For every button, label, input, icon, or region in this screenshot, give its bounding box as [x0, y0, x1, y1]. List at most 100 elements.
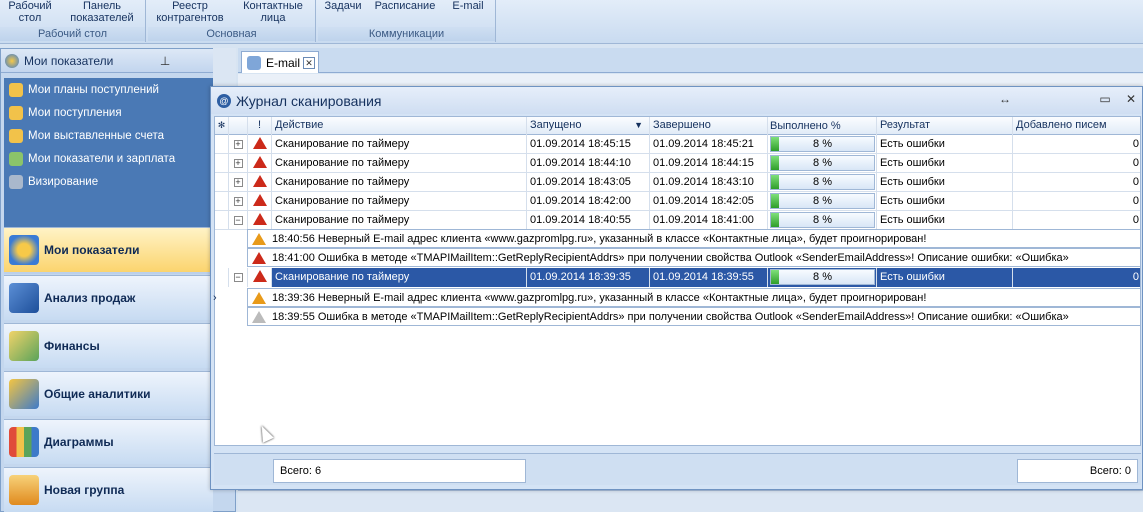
severity-cell [248, 268, 272, 287]
message-row[interactable]: 18:41:00 Ошибка в методе «TMAPIMailItem:… [247, 248, 1140, 267]
total-count-right: Всего: 0 [1017, 459, 1138, 483]
expand-toggle[interactable]: + [229, 173, 248, 192]
progress-cell: 8 % [768, 173, 877, 192]
expand-icon: + [233, 158, 243, 168]
table-row[interactable]: − Сканирование по таймеру 01.09.2014 18:40… [215, 211, 1140, 230]
severity-header[interactable]: ! [248, 117, 272, 135]
close-tab-icon[interactable]: ✕ [303, 56, 315, 69]
row-selector[interactable] [215, 154, 229, 173]
result-cell: Есть ошибки [877, 211, 1013, 230]
folder-icon [9, 82, 23, 97]
row-selector[interactable] [215, 192, 229, 211]
group-sales-analysis[interactable]: Анализ продаж [4, 275, 213, 320]
progress-fill [771, 213, 780, 227]
progress-fill [771, 156, 780, 170]
added-cell: 0 [1132, 195, 1139, 207]
maximize-icon[interactable]: ▭ [1097, 92, 1113, 106]
expand-toggle[interactable]: + [229, 192, 248, 211]
ribbon-group-label: Основная [148, 27, 315, 41]
nav-item-salary[interactable]: Мои показатели и зарплата [4, 147, 213, 170]
result-cell: Есть ошибки [877, 192, 1013, 211]
table-row[interactable]: + Сканирование по таймеру 01.09.2014 18:43… [215, 173, 1140, 192]
column-started[interactable]: Запущено ▼ [527, 117, 650, 135]
progress-label: 8 % [813, 176, 832, 188]
group-my-indicators[interactable]: Мои показатели [4, 227, 213, 272]
email-button[interactable]: E-mail [442, 0, 494, 28]
table-row[interactable]: + Сканирование по таймеру 01.09.2014 18:42… [215, 192, 1140, 211]
added-cell: 0 [1132, 138, 1139, 150]
error-icon [252, 137, 267, 149]
nav-item-approval[interactable]: Визирование [4, 170, 213, 193]
progress-label: 8 % [813, 214, 832, 226]
grid-header: ✻ ! Действие Запущено ▼ Завершено Выполне… [215, 117, 1140, 135]
message-row[interactable]: 18:39:36 Неверный E-mail адрес клиента «… [247, 288, 1140, 307]
tab-email[interactable]: E-mail ✕ [241, 51, 319, 73]
nav-item-invoices[interactable]: Мои выставленные счета [4, 124, 213, 147]
desktop-button[interactable]: Рабочий стол [0, 0, 60, 28]
column-finished[interactable]: Завершено [650, 117, 768, 135]
action-cell: Сканирование по таймеру [272, 154, 527, 173]
finished-cell: 01.09.2014 18:41:00 [650, 211, 768, 230]
column-added[interactable]: Добавлено писем [1013, 117, 1140, 135]
started-cell: 01.09.2014 18:45:15 [527, 135, 650, 154]
row-selector[interactable] [215, 268, 229, 287]
column-action[interactable]: Действие [272, 117, 527, 135]
expand-header [229, 117, 248, 135]
tasks-button[interactable]: Задачи [318, 0, 368, 28]
row-selector[interactable] [215, 173, 229, 192]
message-row[interactable]: 18:40:56 Неверный E-mail адрес клиента «… [247, 229, 1140, 248]
status-strip [238, 490, 1143, 512]
finished-cell: 01.09.2014 18:39:55 [650, 268, 768, 287]
email-icon [247, 55, 261, 70]
column-result[interactable]: Результат [877, 117, 1013, 135]
pin-icon[interactable]: ⊥ [156, 54, 174, 68]
warning-icon [252, 233, 266, 245]
ribbon-group-label: Коммуникации [318, 27, 495, 41]
error-icon [252, 252, 266, 264]
message-row[interactable]: 18:39:55 Ошибка в методе «TMAPIMailItem:… [247, 307, 1140, 326]
nav-item-income-plans[interactable]: Мои планы поступлений [4, 78, 213, 101]
group-common-analytics[interactable]: Общие аналитики [4, 371, 213, 416]
expand-toggle[interactable]: + [229, 135, 248, 154]
progress-cell: 8 % [768, 154, 877, 173]
mouse-cursor [256, 423, 274, 443]
row-selector[interactable] [215, 135, 229, 154]
bar-chart-icon [9, 427, 39, 457]
expand-toggle[interactable]: + [229, 154, 248, 173]
table-row[interactable]: − Сканирование по таймеру 01.09.2014 18:39… [215, 268, 1140, 287]
progress-bar: 8 % [770, 212, 875, 228]
action-cell: Сканирование по таймеру [272, 192, 527, 211]
left-panel-title: Мои показатели [24, 53, 114, 68]
row-selector-header: ✻ [215, 117, 229, 135]
expand-icon: − [233, 272, 243, 282]
table-row[interactable]: + Сканирование по таймеру 01.09.2014 18:45… [215, 135, 1140, 154]
column-progress[interactable]: Выполнено % [768, 117, 877, 135]
total-count-left: Всего: 6 [273, 459, 526, 483]
table-row[interactable]: + Сканирование по таймеру 01.09.2014 18:44… [215, 154, 1140, 173]
progress-fill [771, 175, 780, 189]
severity-cell [248, 135, 272, 154]
added-cell: 0 [1013, 268, 1140, 287]
schedule-button[interactable]: Расписание [368, 0, 442, 28]
expand-toggle[interactable]: − [229, 211, 248, 230]
close-icon[interactable]: ✕ [1123, 92, 1139, 106]
severity-cell [248, 154, 272, 173]
indicators-panel-button[interactable]: Панель показателей [60, 0, 144, 28]
progress-bar: 8 % [770, 269, 875, 285]
group-diagrams[interactable]: Диаграммы [4, 419, 213, 464]
journal-titlebar[interactable]: @ Журнал сканирования ↔ ▭ ✕ [211, 87, 1142, 114]
expand-toggle[interactable]: − [229, 268, 248, 287]
progress-label: 8 % [813, 271, 832, 283]
result-cell: Есть ошибки [877, 173, 1013, 192]
group-finance[interactable]: Финансы [4, 323, 213, 368]
nav-item-income[interactable]: Мои поступления [4, 101, 213, 124]
group-new-group[interactable]: Новая группа [4, 467, 213, 512]
progress-cell: 8 % [768, 211, 877, 230]
journal-title: Журнал сканирования [236, 92, 382, 109]
added-cell: 0 [1132, 214, 1139, 226]
finished-cell: 01.09.2014 18:44:15 [650, 154, 768, 173]
resize-icon[interactable]: ↔ [997, 92, 1013, 106]
contractors-registry-button[interactable]: Реестр контрагентов [148, 0, 232, 28]
contacts-button[interactable]: Контактные лица [232, 0, 314, 28]
row-selector[interactable] [215, 211, 229, 230]
